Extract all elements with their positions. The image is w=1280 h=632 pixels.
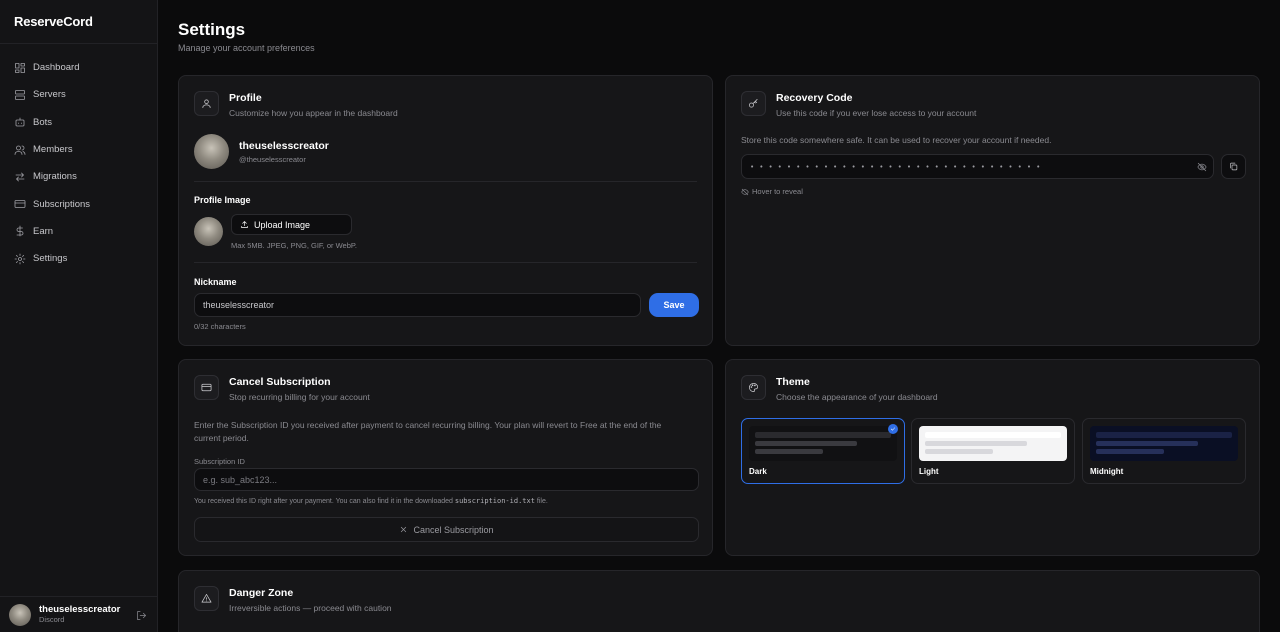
migrate-icon xyxy=(15,172,25,182)
recovery-code-masked: • • • • • • • • • • • • • • • • • • • • … xyxy=(750,162,1041,171)
upload-image-button[interactable]: Upload Image xyxy=(231,214,352,235)
recovery-description: Use this code if you ever lose access to… xyxy=(776,108,977,118)
logout-icon[interactable] xyxy=(136,610,147,621)
page-subtitle: Manage your account preferences xyxy=(178,43,315,53)
profile-card: Profile Customize how you appear in the … xyxy=(178,75,713,346)
profile-title: Profile xyxy=(229,92,262,104)
theme-preview-dark xyxy=(749,426,897,461)
sidebar-item-label: Dashboard xyxy=(33,62,80,74)
sidebar-item-subscriptions[interactable]: Subscriptions xyxy=(0,190,157,217)
sidebar-item-label: Migrations xyxy=(33,171,77,183)
app-logo[interactable]: ReserveCord xyxy=(0,0,157,44)
sidebar-item-bots[interactable]: Bots xyxy=(0,109,157,136)
theme-card: Theme Choose the appearance of your dash… xyxy=(725,359,1260,556)
cancel-subscription-title: Cancel Subscription xyxy=(229,376,331,388)
hover-hint: Hover to reveal xyxy=(741,187,803,196)
cancel-subscription-description: Stop recurring billing for your account xyxy=(229,392,370,402)
theme-preview-light xyxy=(919,426,1067,461)
eye-off-small-icon xyxy=(741,188,749,195)
save-button[interactable]: Save xyxy=(649,293,699,317)
profile-description: Customize how you appear in the dashboar… xyxy=(229,108,398,118)
user-provider: Discord xyxy=(39,614,65,624)
subscription-file-name: subscription-id.txt xyxy=(454,497,535,505)
nickname-char-count: 0/32 characters xyxy=(194,322,246,331)
gear-icon xyxy=(14,253,26,265)
danger-zone-card: Danger Zone Irreversible actions — proce… xyxy=(178,570,1260,632)
profile-handle: @theuselesscreator xyxy=(239,155,306,164)
profile-avatar xyxy=(194,134,229,169)
user-footer: theuselesscreator Discord xyxy=(0,596,157,632)
avatar xyxy=(9,603,31,626)
server-icon xyxy=(15,90,25,100)
check-icon xyxy=(888,424,898,434)
theme-option-label: Dark xyxy=(749,467,767,476)
theme-title: Theme xyxy=(776,376,810,388)
warning-icon xyxy=(194,586,219,611)
close-icon xyxy=(401,526,407,533)
subscription-hint: You received this ID right after your pa… xyxy=(194,497,548,505)
sidebar-nav: Dashboard Servers Bots Members Migration… xyxy=(0,44,157,272)
copy-button[interactable] xyxy=(1221,154,1246,179)
danger-zone-description: Irreversible actions — proceed with caut… xyxy=(229,603,392,613)
upload-hint: Max 5MB. JPEG, PNG, GIF, or WebP. xyxy=(231,241,358,250)
user-icon xyxy=(194,91,219,116)
sidebar-item-servers[interactable]: Servers xyxy=(0,81,157,108)
cancel-subscription-button[interactable]: Cancel Subscription xyxy=(194,517,699,542)
sidebar-item-label: Members xyxy=(33,144,73,156)
palette-icon xyxy=(741,375,766,400)
dollar-icon xyxy=(16,226,24,237)
divider xyxy=(194,181,697,182)
sidebar-item-label: Settings xyxy=(33,253,68,265)
subscription-id-input[interactable]: e.g. sub_abc123... xyxy=(194,468,699,491)
theme-description: Choose the appearance of your dashboard xyxy=(776,392,938,402)
credit-card-icon xyxy=(194,375,219,400)
copy-icon xyxy=(1230,162,1238,171)
subscription-id-label: Subscription ID xyxy=(194,457,245,466)
recovery-code-card: Recovery Code Use this code if you ever … xyxy=(725,75,1260,346)
eye-off-icon[interactable] xyxy=(1197,162,1207,172)
theme-option-label: Light xyxy=(919,467,939,476)
user-name: theuselesscreator xyxy=(39,603,121,615)
profile-image-label: Profile Image xyxy=(194,195,251,205)
sidebar: ReserveCord Dashboard Servers Bots Membe… xyxy=(0,0,158,632)
recovery-note: Store this code somewhere safe. It can b… xyxy=(741,135,1052,145)
members-icon xyxy=(14,145,26,155)
sidebar-item-label: Servers xyxy=(33,89,66,101)
sidebar-item-label: Subscriptions xyxy=(33,198,91,210)
divider xyxy=(194,262,697,263)
sidebar-item-dashboard[interactable]: Dashboard xyxy=(0,54,157,81)
sidebar-item-earn[interactable]: Earn xyxy=(0,218,157,245)
bot-icon xyxy=(15,117,25,127)
key-icon xyxy=(741,91,766,116)
recovery-code-field[interactable]: • • • • • • • • • • • • • • • • • • • • … xyxy=(741,154,1214,179)
dashboard-icon xyxy=(15,62,25,73)
theme-option-label: Midnight xyxy=(1090,467,1124,476)
card-icon xyxy=(14,200,26,209)
upload-icon xyxy=(241,221,248,228)
cancel-subscription-card: Cancel Subscription Stop recurring billi… xyxy=(178,359,713,556)
page-title: Settings xyxy=(178,20,246,39)
theme-option-dark[interactable]: Dark xyxy=(741,418,905,484)
theme-preview-midnight xyxy=(1090,426,1238,461)
nickname-label: Nickname xyxy=(194,277,237,287)
sidebar-item-members[interactable]: Members xyxy=(0,136,157,163)
cancel-body-text: Enter the Subscription ID you received a… xyxy=(194,420,662,443)
sidebar-item-label: Earn xyxy=(33,225,54,237)
danger-zone-title: Danger Zone xyxy=(229,587,294,599)
theme-option-midnight[interactable]: Midnight xyxy=(1082,418,1246,484)
sidebar-item-settings[interactable]: Settings xyxy=(0,245,157,272)
profile-image-preview xyxy=(194,217,223,246)
nickname-input[interactable]: theuselesscreator xyxy=(194,293,641,317)
theme-option-light[interactable]: Light xyxy=(911,418,1075,484)
sidebar-item-migrations[interactable]: Migrations xyxy=(0,163,157,190)
sidebar-item-label: Bots xyxy=(33,116,53,128)
recovery-title: Recovery Code xyxy=(776,92,853,104)
profile-display-name: theuselesscreator xyxy=(239,140,329,152)
